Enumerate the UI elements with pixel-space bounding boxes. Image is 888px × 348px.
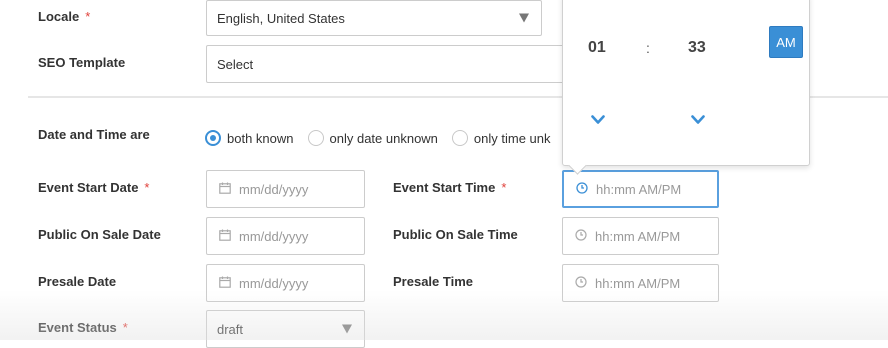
- public-on-sale-date-placeholder: mm/dd/yyyy: [239, 228, 309, 244]
- presale-date-label: Presale Date: [38, 274, 116, 289]
- locale-value: English, United States: [217, 10, 345, 26]
- date-time-radio-group: both known only date unknown only time u…: [205, 126, 565, 150]
- radio-only-time-unknown[interactable]: only time unk: [451, 130, 551, 146]
- time-separator: :: [646, 40, 650, 56]
- chevron-down-icon: [342, 324, 352, 334]
- radio-label: both known: [227, 130, 294, 146]
- radio-only-date-unknown[interactable]: only date unknown: [307, 130, 438, 146]
- clock-icon: [575, 228, 587, 244]
- seo-template-label-text: SEO Template: [38, 55, 126, 70]
- chevron-down-icon: [519, 13, 529, 23]
- required-marker: *: [144, 180, 150, 195]
- radio-label: only date unknown: [329, 130, 438, 146]
- required-marker: *: [85, 9, 91, 24]
- event-start-date-input[interactable]: mm/dd/yyyy: [206, 170, 365, 208]
- public-on-sale-date-label: Public On Sale Date: [38, 227, 161, 242]
- event-start-time-placeholder: hh:mm AM/PM: [596, 181, 682, 197]
- locale-label: Locale *: [38, 9, 90, 24]
- public-on-sale-date-label-text: Public On Sale Date: [38, 227, 161, 242]
- time-picker-popup: 01 : 33 AM: [562, 0, 810, 175]
- presale-date-label-text: Presale Date: [38, 274, 117, 289]
- presale-time-input[interactable]: hh:mm AM/PM: [562, 264, 719, 302]
- minute-decrement-chevron-down-icon[interactable]: [691, 112, 705, 130]
- date-time-are-label: Date and Time are: [38, 127, 150, 142]
- presale-date-input[interactable]: mm/dd/yyyy: [206, 264, 365, 302]
- hour-value[interactable]: 01: [588, 39, 606, 57]
- public-on-sale-time-label: Public On Sale Time: [393, 227, 518, 242]
- public-on-sale-date-input[interactable]: mm/dd/yyyy: [206, 217, 365, 255]
- hour-decrement-chevron-down-icon[interactable]: [591, 112, 605, 130]
- event-start-date-placeholder: mm/dd/yyyy: [239, 181, 309, 197]
- seo-template-value: Select: [217, 56, 254, 72]
- radio-label: only time unk: [473, 130, 551, 146]
- presale-time-placeholder: hh:mm AM/PM: [595, 275, 681, 291]
- calendar-icon: [219, 229, 231, 244]
- event-status-select[interactable]: draft: [206, 310, 365, 348]
- minute-value[interactable]: 33: [688, 39, 706, 57]
- calendar-icon: [219, 276, 231, 291]
- bottom-fade-overlay: [0, 290, 888, 340]
- calendar-icon: [219, 182, 231, 197]
- radio-circle: [451, 130, 468, 146]
- presale-date-placeholder: mm/dd/yyyy: [239, 275, 309, 291]
- radio-circle: [307, 130, 324, 146]
- presale-time-label-text: Presale Time: [393, 274, 473, 289]
- radio-circle: [205, 130, 221, 146]
- public-on-sale-time-placeholder: hh:mm AM/PM: [595, 228, 681, 244]
- date-time-are-label-text: Date and Time are: [38, 127, 150, 142]
- event-start-date-label-text: Event Start Date: [38, 180, 139, 195]
- event-start-date-label: Event Start Date *: [38, 180, 149, 195]
- event-status-label-text: Event Status: [38, 320, 117, 335]
- public-on-sale-time-label-text: Public On Sale Time: [393, 227, 518, 242]
- seo-template-label: SEO Template: [38, 55, 125, 70]
- event-start-time-input[interactable]: hh:mm AM/PM: [562, 170, 719, 208]
- meridiem-toggle-button[interactable]: AM: [769, 26, 803, 58]
- clock-icon: [576, 181, 588, 197]
- required-marker: *: [122, 320, 128, 335]
- radio-both-known[interactable]: both known: [205, 130, 294, 146]
- seo-template-select[interactable]: Select: [206, 45, 576, 83]
- event-start-time-label-text: Event Start Time: [393, 180, 496, 195]
- locale-select[interactable]: English, United States: [206, 0, 542, 36]
- event-status-label: Event Status *: [38, 320, 128, 335]
- public-on-sale-time-input[interactable]: hh:mm AM/PM: [562, 217, 719, 255]
- locale-label-text: Locale: [38, 9, 80, 24]
- event-status-value: draft: [217, 321, 244, 337]
- clock-icon: [575, 275, 587, 291]
- presale-time-label: Presale Time: [393, 274, 473, 289]
- event-start-time-label: Event Start Time *: [393, 180, 506, 195]
- required-marker: *: [501, 180, 507, 195]
